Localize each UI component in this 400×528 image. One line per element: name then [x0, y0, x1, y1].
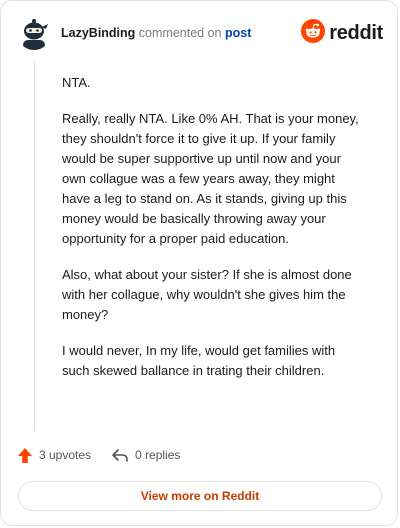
upvote-count: 3 upvotes — [39, 448, 92, 462]
view-more-button[interactable]: View more on Reddit — [18, 481, 382, 511]
upvote-arrow-icon — [17, 447, 33, 464]
thread-line — [34, 59, 35, 431]
comment-meta: LazyBinding commented on post — [61, 25, 251, 41]
upvote-button[interactable]: 3 upvotes — [17, 447, 91, 464]
comment-body: NTA. Really, really NTA. Like 0% AH. Tha… — [62, 73, 362, 397]
snoo-ninja-avatar-icon[interactable] — [17, 16, 51, 50]
comment-footer: 3 upvotes 0 replies — [17, 445, 200, 465]
post-link[interactable]: post — [225, 26, 251, 40]
reddit-brand[interactable]: reddit — [301, 18, 383, 48]
comment-paragraph: I would never, In my life, would get fam… — [62, 343, 336, 378]
action-text: commented on — [138, 26, 222, 40]
reddit-logo-icon — [301, 18, 326, 48]
comment-paragraph: Really, really NTA. Like 0% AH. That is … — [62, 111, 359, 246]
comment-paragraph: Also, what about your sister? If she is … — [62, 267, 352, 322]
username-link[interactable]: LazyBinding — [61, 26, 135, 40]
embedded-comment-card: LazyBinding commented on post reddit NTA… — [0, 0, 398, 526]
reply-count: 0 replies — [135, 448, 181, 462]
reply-button[interactable]: 0 replies — [111, 448, 180, 462]
comment-paragraph: NTA. — [62, 75, 91, 90]
comment-header: LazyBinding commented on post reddit — [17, 15, 383, 51]
reddit-wordmark: reddit — [329, 21, 383, 44]
reply-arrow-icon — [111, 448, 129, 462]
